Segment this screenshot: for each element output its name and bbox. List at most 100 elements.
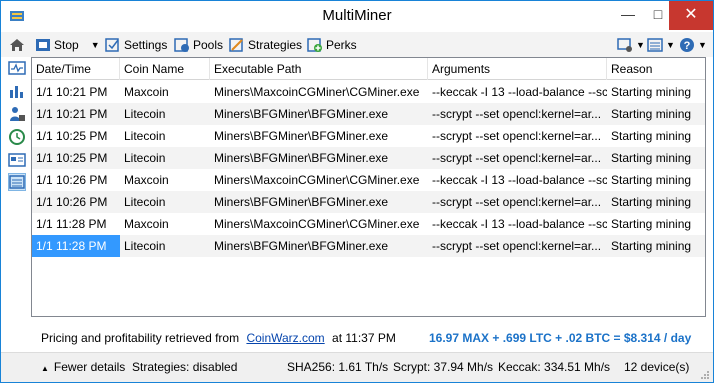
sidebar xyxy=(1,57,31,197)
history-icon[interactable] xyxy=(8,128,26,146)
chevron-down-icon[interactable]: ▼ xyxy=(91,40,100,50)
window-title: MultiMiner xyxy=(322,7,392,24)
cell-reason: Starting mining xyxy=(611,239,692,253)
toolbar: Stop ▼ Settings Pools Strategies Perks ▼… xyxy=(1,32,713,57)
cell-datetime: 1/1 10:26 PM xyxy=(36,173,108,187)
help-icon: ? xyxy=(679,37,695,53)
title-bar: MultiMiner — □ ✕ xyxy=(1,1,713,31)
cell-datetime: 1/1 11:28 PM xyxy=(36,217,107,231)
sha256-hashrate: SHA256: 1.61 Th/s xyxy=(287,360,389,374)
api-icon[interactable] xyxy=(8,151,26,169)
strategies-icon xyxy=(229,37,245,53)
cell-coin: Maxcoin xyxy=(124,173,169,187)
cell-arguments: --scrypt --set opencl:kernel=ar... xyxy=(432,151,602,165)
chevron-down-icon: ▼ xyxy=(636,39,645,50)
stop-label: Stop xyxy=(54,37,79,52)
view-button[interactable]: ▼ xyxy=(617,35,645,54)
cell-datetime: 1/1 11:28 PM xyxy=(32,235,120,257)
log-icon[interactable] xyxy=(8,173,26,191)
status-bar: ▲ Fewer details Strategies: disabled SHA2… xyxy=(1,352,713,382)
list-icon xyxy=(647,37,663,53)
view-icon xyxy=(617,37,633,53)
cell-arguments: --keccak -I 13 --load-balance --sch xyxy=(432,217,607,231)
table-row[interactable]: 1/1 10:26 PM Litecoin Miners\BFGMiner\BFGM… xyxy=(32,191,705,213)
strategies-status: Strategies: disabled xyxy=(132,360,238,374)
cell-path: Miners\BFGMiner\BFGMiner.exe xyxy=(214,129,389,143)
cell-path: Miners\BFGMiner\BFGMiner.exe xyxy=(214,151,389,165)
cell-coin: Litecoin xyxy=(124,239,166,253)
grid-header: Date/Time Coin Name Executable Path Argu… xyxy=(32,58,705,80)
perks-icon xyxy=(307,37,323,53)
home-icon xyxy=(9,37,25,53)
column-header-datetime[interactable]: Date/Time xyxy=(32,58,120,80)
cell-reason: Starting mining xyxy=(611,217,692,231)
perks-button[interactable]: Perks xyxy=(307,35,357,54)
cell-path: Miners\MaxcoinCGMiner\CGMiner.exe xyxy=(214,217,420,231)
cell-reason: Starting mining xyxy=(611,129,692,143)
stop-button[interactable]: Stop ▼ xyxy=(35,35,100,54)
home-button[interactable] xyxy=(9,35,28,54)
column-header-reason[interactable]: Reason xyxy=(607,58,705,80)
profitability-summary: 16.97 MAX + .699 LTC + .02 BTC = $8.314 … xyxy=(429,331,692,345)
cell-arguments: --scrypt --set opencl:kernel=ar... xyxy=(432,239,602,253)
chart-icon[interactable] xyxy=(8,82,26,100)
cell-arguments: --keccak -I 13 --load-balance --sch xyxy=(432,85,607,99)
coinwarz-link[interactable]: CoinWarz.com xyxy=(246,331,324,345)
table-row[interactable]: 1/1 10:25 PM Litecoin Miners\BFGMiner\BFGM… xyxy=(32,147,705,169)
help-button[interactable]: ? ▼ xyxy=(679,35,707,54)
column-header-coin[interactable]: Coin Name xyxy=(120,58,210,80)
cell-datetime: 1/1 10:26 PM xyxy=(36,195,108,209)
chevron-down-icon: ▼ xyxy=(666,39,675,50)
app-window: MultiMiner — □ ✕ Stop ▼ Settings Pools S… xyxy=(0,0,714,383)
resize-grip-icon[interactable] xyxy=(700,369,710,379)
cell-coin: Litecoin xyxy=(124,129,166,143)
pools-button[interactable]: Pools xyxy=(174,35,223,54)
column-header-path[interactable]: Executable Path xyxy=(210,58,428,80)
log-grid[interactable]: Date/Time Coin Name Executable Path Argu… xyxy=(31,57,706,317)
cell-arguments: --scrypt --set opencl:kernel=ar... xyxy=(432,107,602,121)
cell-path: Miners\BFGMiner\BFGMiner.exe xyxy=(214,107,389,121)
chevron-up-icon: ▲ xyxy=(41,364,49,373)
settings-label: Settings xyxy=(124,37,168,52)
cell-reason: Starting mining xyxy=(611,107,692,121)
table-row[interactable]: 1/1 11:28 PM Litecoin Miners\BFGMiner\BFGM… xyxy=(32,235,705,257)
table-row[interactable]: 1/1 10:26 PM Maxcoin Miners\MaxcoinCGMiner… xyxy=(32,169,705,191)
pricing-time: at 11:37 PM xyxy=(332,331,396,345)
miner-icon[interactable] xyxy=(8,105,26,123)
cell-arguments: --scrypt --set opencl:kernel=ar... xyxy=(432,129,602,143)
settings-button[interactable]: Settings xyxy=(105,35,167,54)
close-button[interactable]: ✕ xyxy=(669,1,713,30)
cell-coin: Maxcoin xyxy=(124,85,169,99)
stop-icon xyxy=(35,37,51,53)
strategies-button[interactable]: Strategies xyxy=(229,35,302,54)
table-row[interactable]: 1/1 10:21 PM Litecoin Miners\BFGMiner\BFGM… xyxy=(32,103,705,125)
fewer-details-toggle[interactable]: ▲ Fewer details xyxy=(41,360,125,374)
cell-coin: Litecoin xyxy=(124,195,166,209)
cell-datetime: 1/1 10:21 PM xyxy=(36,85,108,99)
keccak-hashrate: Keccak: 334.51 Mh/s xyxy=(498,360,611,374)
cell-path: Miners\MaxcoinCGMiner\CGMiner.exe xyxy=(214,85,420,99)
perks-label: Perks xyxy=(326,37,357,52)
cell-reason: Starting mining xyxy=(611,85,692,99)
strategies-label: Strategies xyxy=(248,37,303,52)
cell-path: Miners\BFGMiner\BFGMiner.exe xyxy=(214,195,389,209)
activity-icon[interactable] xyxy=(8,59,26,77)
cell-datetime: 1/1 10:25 PM xyxy=(36,129,108,143)
cell-coin: Litecoin xyxy=(124,151,166,165)
chevron-down-icon: ▼ xyxy=(698,39,707,50)
cell-reason: Starting mining xyxy=(611,151,692,165)
svg-text:?: ? xyxy=(684,40,691,52)
cell-path: Miners\BFGMiner\BFGMiner.exe xyxy=(214,239,389,253)
pools-label: Pools xyxy=(193,37,224,52)
cell-datetime: 1/1 10:21 PM xyxy=(36,107,108,121)
list-view-button[interactable]: ▼ xyxy=(647,35,675,54)
minimize-button[interactable]: — xyxy=(613,1,643,30)
cell-reason: Starting mining xyxy=(611,195,692,209)
cell-coin: Litecoin xyxy=(124,107,166,121)
table-row[interactable]: 1/1 11:28 PM Maxcoin Miners\MaxcoinCGMiner… xyxy=(32,213,705,235)
table-row[interactable]: 1/1 10:25 PM Litecoin Miners\BFGMiner\BFGM… xyxy=(32,125,705,147)
table-row[interactable]: 1/1 10:21 PM Maxcoin Miners\MaxcoinCGMiner… xyxy=(32,81,705,103)
column-header-arguments[interactable]: Arguments xyxy=(428,58,607,80)
cell-coin: Maxcoin xyxy=(124,217,169,231)
cell-arguments: --scrypt --set opencl:kernel=ar... xyxy=(432,195,602,209)
